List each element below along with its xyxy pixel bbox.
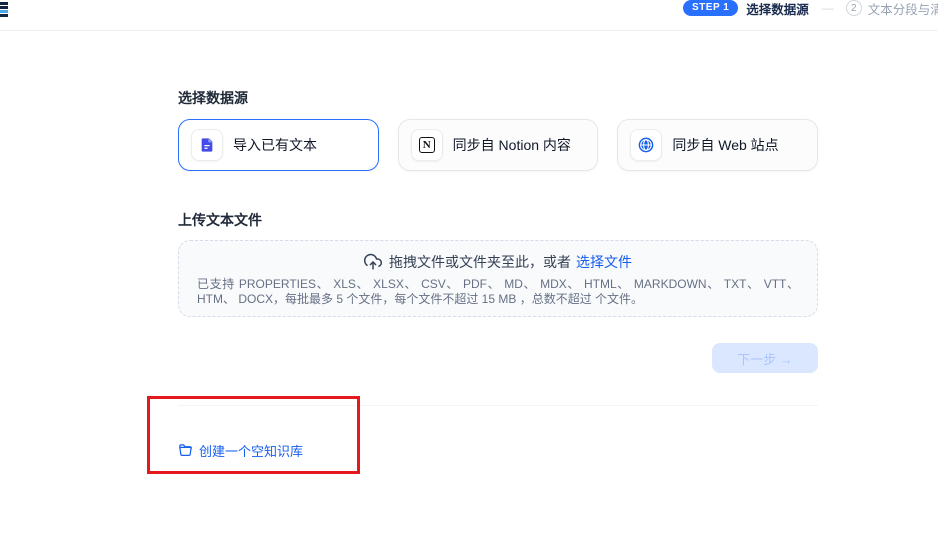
step2-number-badge: 2 bbox=[846, 0, 862, 16]
notion-icon: N bbox=[411, 129, 443, 161]
option-sync-web[interactable]: 同步自 Web 站点 bbox=[617, 119, 818, 171]
actions-row: 下一步 → bbox=[178, 343, 818, 373]
browse-files-link[interactable]: 选择文件 bbox=[576, 252, 632, 272]
globe-icon bbox=[630, 129, 662, 161]
upload-cloud-icon bbox=[364, 253, 382, 271]
top-header: STEP 1 选择数据源 — 2 文本分段与清洗 bbox=[0, 0, 938, 31]
dropzone-text: 拖拽文件或文件夹至此，或者 bbox=[389, 252, 571, 272]
option-import-text[interactable]: 导入已有文本 bbox=[178, 119, 379, 171]
step-indicator: STEP 1 选择数据源 — 2 文本分段与清洗 bbox=[683, 0, 938, 16]
step-separator: — bbox=[822, 1, 834, 15]
datasource-heading: 选择数据源 bbox=[178, 88, 818, 108]
option-label: 同步自 Notion 内容 bbox=[453, 135, 571, 155]
step1-label: 选择数据源 bbox=[746, 0, 809, 18]
supported-formats-hint: 已支持 PROPERTIES、 XLS、 XLSX、 CSV、 PDF、 MD、… bbox=[179, 277, 817, 307]
create-knowledge-page: STEP 1 选择数据源 — 2 文本分段与清洗 选择数据源 导入已有文本 bbox=[0, 0, 938, 541]
file-text-icon bbox=[191, 129, 223, 161]
option-label: 导入已有文本 bbox=[233, 135, 317, 155]
step1-badge: STEP 1 bbox=[683, 0, 738, 16]
folder-icon bbox=[178, 443, 193, 458]
menu-lines-icon[interactable] bbox=[0, 2, 8, 17]
next-step-button[interactable]: 下一步 → bbox=[712, 343, 818, 373]
option-sync-notion[interactable]: N 同步自 Notion 内容 bbox=[398, 119, 599, 171]
step2-label: 文本分段与清洗 bbox=[868, 0, 938, 18]
option-label: 同步自 Web 站点 bbox=[672, 135, 778, 155]
create-empty-kb-link[interactable]: 创建一个空知识库 bbox=[178, 441, 303, 460]
upload-heading: 上传文本文件 bbox=[178, 210, 818, 230]
footer-divider bbox=[178, 405, 818, 406]
file-dropzone[interactable]: 拖拽文件或文件夹至此，或者 选择文件 已支持 PROPERTIES、 XLS、 … bbox=[178, 240, 818, 317]
datasource-options: 导入已有文本 N 同步自 Notion 内容 bbox=[178, 119, 818, 171]
main-content: 选择数据源 导入已有文本 N 同步自 Notion 内容 bbox=[178, 31, 818, 460]
create-empty-kb-label: 创建一个空知识库 bbox=[199, 441, 303, 460]
dropzone-instruction: 拖拽文件或文件夹至此，或者 选择文件 bbox=[179, 252, 817, 272]
